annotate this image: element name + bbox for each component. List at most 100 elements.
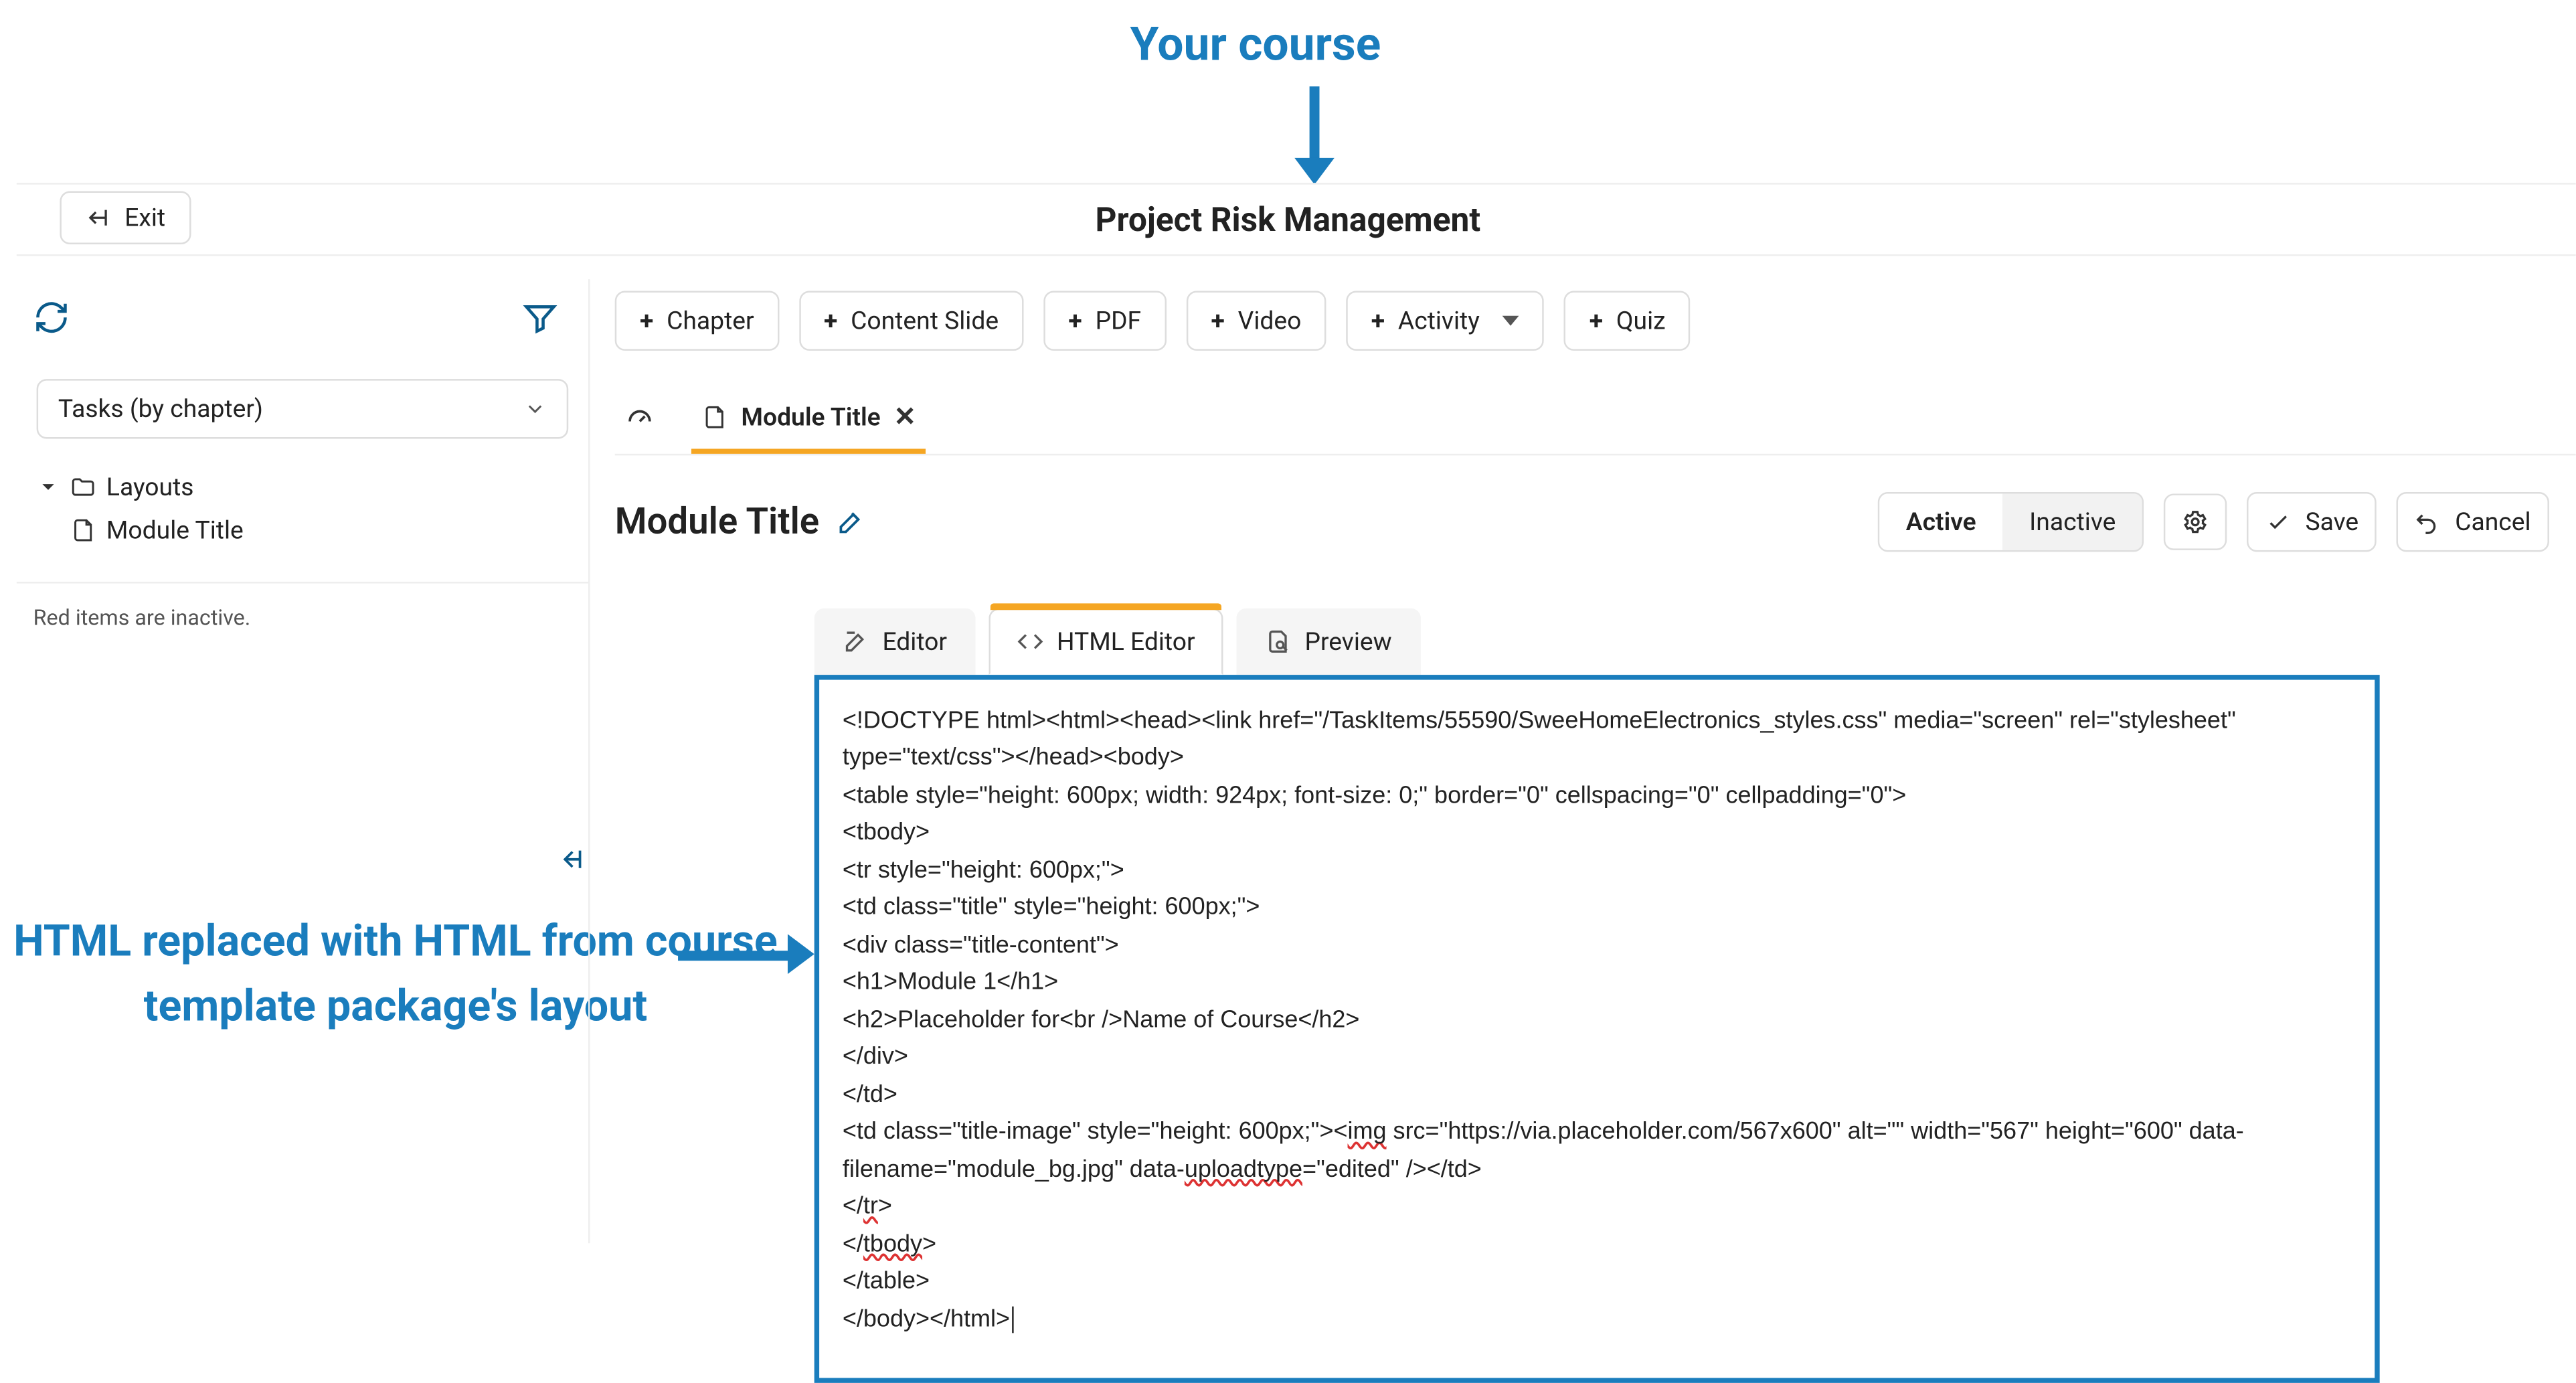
status-toggle: Active Inactive <box>1878 492 2144 552</box>
code-line: tbody <box>863 1231 922 1258</box>
code-line: tr <box>863 1194 878 1220</box>
code-line: <h2>Placeholder for<br />Name of Course<… <box>843 1007 1360 1034</box>
sidebar: Tasks (by chapter) Layouts Module Title … <box>17 279 590 1243</box>
editor-tab-editor[interactable]: Editor <box>814 608 976 675</box>
code-line: <table style="height: 600px; width: 924p… <box>843 783 1906 809</box>
html-code-editor[interactable]: <!DOCTYPE html><html><head><link href="/… <box>814 675 2380 1383</box>
topbar <box>17 183 2576 256</box>
code-line: <td class="title" style="height: 600px;"… <box>843 895 1260 922</box>
collapse-icon <box>555 844 585 874</box>
cancel-button[interactable]: Cancel <box>2397 492 2549 552</box>
document-icon <box>70 517 96 544</box>
exit-button[interactable]: Exit <box>60 191 190 244</box>
page-title: Module Title <box>615 501 819 543</box>
sidebar-divider <box>17 582 588 583</box>
editor-tab-preview[interactable]: Preview <box>1237 608 1420 675</box>
text-caret <box>1012 1305 1013 1332</box>
add-quiz-button[interactable]: + Quiz <box>1564 291 1690 351</box>
code-line: <h1>Module 1</h1> <box>843 969 1058 996</box>
editor-tab-html-label: HTML Editor <box>1057 627 1195 657</box>
tree-item-module-title[interactable]: Module Title <box>30 509 575 552</box>
code-line: </ <box>843 1194 863 1220</box>
preview-icon <box>1265 629 1292 655</box>
plus-icon: + <box>1590 306 1603 336</box>
save-label: Save <box>2306 507 2359 537</box>
refresh-icon[interactable] <box>33 299 70 336</box>
code-line: <tr style="height: 600px;"> <box>843 858 1124 884</box>
add-chapter-button[interactable]: + Chapter <box>615 291 779 351</box>
exit-label: Exit <box>124 203 165 233</box>
status-active-button[interactable]: Active <box>1879 493 2002 550</box>
editor-tab-preview-label: Preview <box>1305 627 1392 657</box>
content-tabs: Module Title ✕ <box>615 388 2576 456</box>
add-pdf-button[interactable]: + PDF <box>1043 291 1166 351</box>
editor-mode-tabs: Editor HTML Editor Preview <box>814 608 2576 675</box>
filter-icon[interactable] <box>522 299 559 336</box>
caret-down-icon <box>37 475 60 499</box>
gear-icon <box>2182 509 2209 536</box>
sidebar-select-label: Tasks (by chapter) <box>58 394 263 424</box>
tab-label: Module Title <box>741 402 880 432</box>
plus-icon: + <box>824 306 837 336</box>
annotation-arrow-down-head <box>1294 158 1335 185</box>
code-line: </body></html> <box>843 1305 1010 1332</box>
check-icon <box>2265 509 2292 536</box>
code-line: uploadtype <box>1185 1156 1302 1183</box>
settings-button[interactable] <box>2164 493 2227 550</box>
add-video-button[interactable]: + Video <box>1186 291 1326 351</box>
add-content-slide-button[interactable]: + Content Slide <box>799 291 1024 351</box>
add-chapter-label: Chapter <box>667 306 754 336</box>
exit-icon <box>85 204 112 231</box>
annotation-arrow-down <box>1310 86 1320 166</box>
code-line: </ <box>843 1231 863 1258</box>
sidebar-inactive-note: Red items are inactive. <box>17 596 588 641</box>
tab-module-title[interactable]: Module Title ✕ <box>691 388 926 454</box>
add-activity-label: Activity <box>1398 306 1480 336</box>
code-line: <tbody> <box>843 820 930 847</box>
page-title-row: Module Title Active Inactive Save Cancel <box>615 492 2576 552</box>
annotation-top: Your course <box>1130 17 1381 72</box>
edit-title-button[interactable] <box>836 507 866 537</box>
tree-item-label: Module Title <box>106 515 244 546</box>
save-button[interactable]: Save <box>2247 492 2377 552</box>
code-line: > <box>922 1231 936 1258</box>
code-line: <!DOCTYPE html><html><head><link href="/… <box>843 708 2243 772</box>
add-toolbar: + Chapter + Content Slide + PDF + Video + Act… <box>615 291 2576 351</box>
sidebar-tree: Layouts Module Title <box>17 455 588 568</box>
tab-dashboard[interactable] <box>615 391 665 451</box>
code-line: </div> <box>843 1044 908 1071</box>
chevron-down-icon <box>523 397 547 420</box>
code-line: </td> <box>843 1082 897 1109</box>
document-icon <box>701 403 728 430</box>
code-line: <div class="title-content"> <box>843 932 1119 959</box>
add-quiz-label: Quiz <box>1616 306 1666 336</box>
plus-icon: + <box>1211 306 1224 336</box>
code-line: </table> <box>843 1269 930 1295</box>
add-content-slide-label: Content Slide <box>851 306 999 336</box>
plus-icon: + <box>1371 306 1385 336</box>
code-line: > <box>878 1194 892 1220</box>
editor-tab-html[interactable]: HTML Editor <box>989 608 1223 675</box>
plus-icon: + <box>1068 306 1082 336</box>
main: + Chapter + Content Slide + PDF + Video + Act… <box>615 291 2576 1383</box>
code-line: ="edited" /></td> <box>1302 1156 1482 1183</box>
cancel-label: Cancel <box>2455 507 2530 537</box>
add-video-label: Video <box>1238 306 1302 336</box>
tab-close-button[interactable]: ✕ <box>894 400 916 432</box>
code-line: img <box>1348 1119 1387 1145</box>
plus-icon: + <box>640 306 653 336</box>
add-pdf-label: PDF <box>1096 306 1142 336</box>
status-inactive-button[interactable]: Inactive <box>2002 493 2142 550</box>
undo-icon <box>2415 509 2442 536</box>
gauge-icon <box>625 404 655 434</box>
editor-tab-editor-label: Editor <box>882 627 947 657</box>
collapse-sidebar-button[interactable] <box>555 844 585 874</box>
folder-icon <box>70 474 96 501</box>
sidebar-select[interactable]: Tasks (by chapter) <box>37 379 569 438</box>
tree-root-label: Layouts <box>106 472 194 502</box>
compose-icon <box>843 629 869 655</box>
code-icon <box>1017 629 1043 655</box>
tree-root-layouts[interactable]: Layouts <box>30 465 575 509</box>
add-activity-button[interactable]: + Activity <box>1346 291 1544 351</box>
code-line: <td class="title-image" style="height: 6… <box>843 1119 1348 1145</box>
